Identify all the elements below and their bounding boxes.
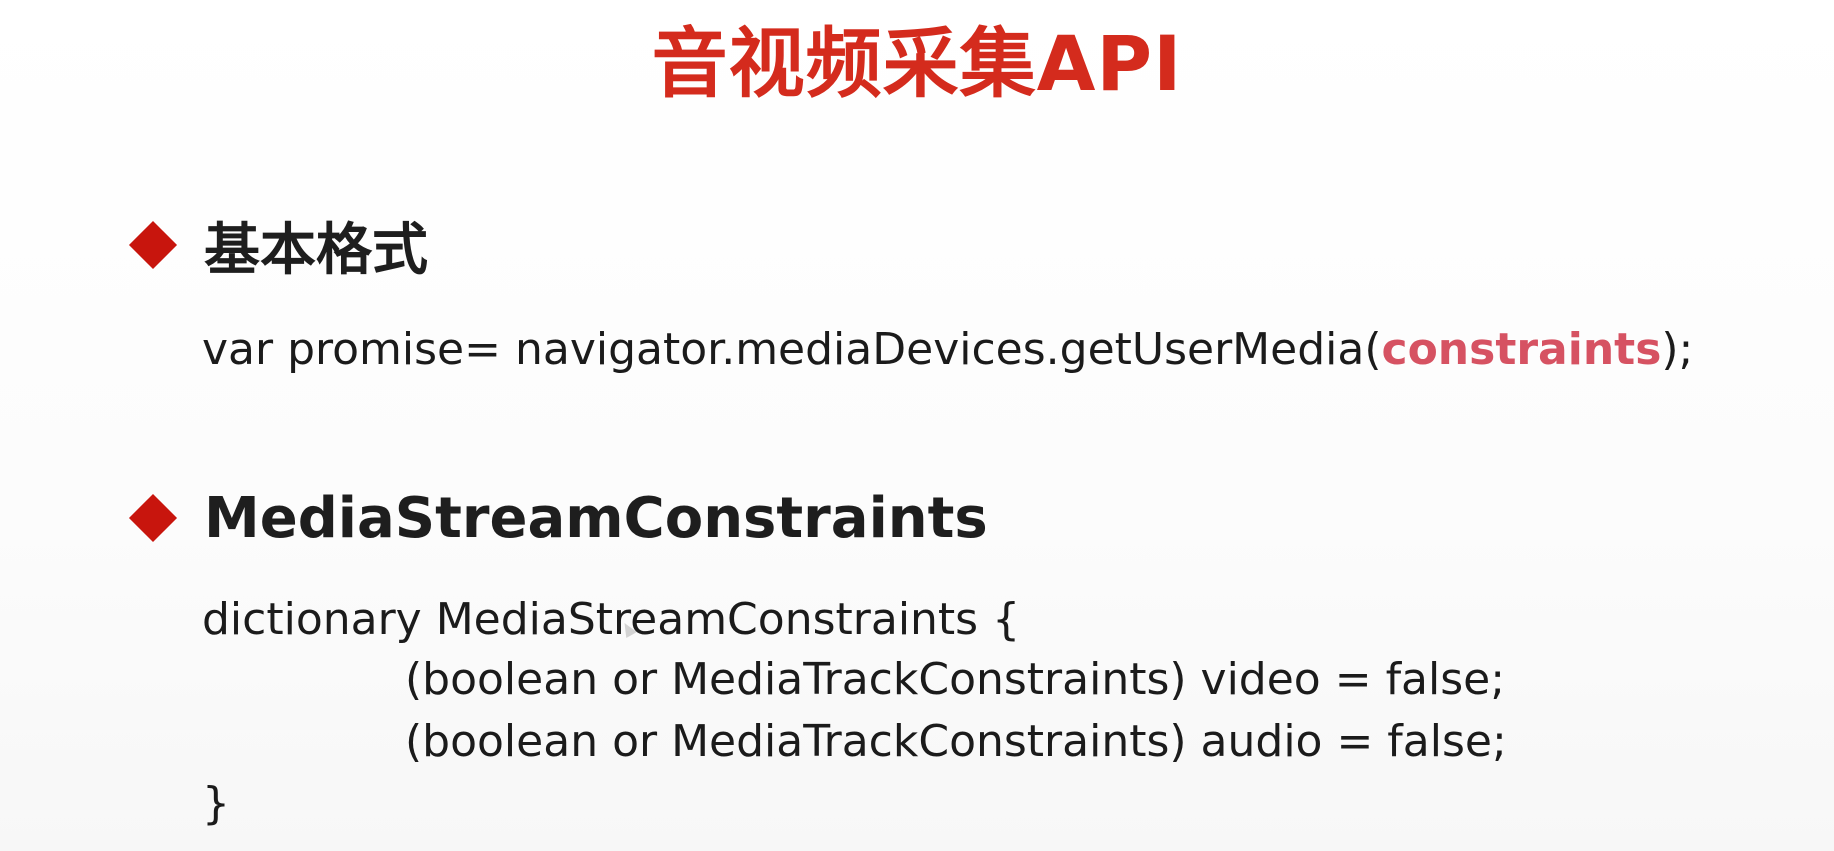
- audio-constraint-line: (boolean or MediaTrackConstraints) audio…: [405, 716, 1507, 767]
- video-constraint-line: (boolean or MediaTrackConstraints) video…: [405, 654, 1506, 705]
- section-mediastreamconstraints-heading: MediaStreamConstraints: [128, 478, 988, 558]
- code-prefix: var promise= navigator.mediaDevices.getU…: [202, 324, 1382, 375]
- dictionary-open-line: dictionary MediaStreamConstraints {: [202, 594, 1021, 645]
- section-basic-format-heading: 基本格式: [128, 205, 428, 285]
- dictionary-close-line: }: [202, 778, 230, 829]
- slide-title: 音视频采集API: [651, 19, 1183, 108]
- getusermedia-code-line: var promise= navigator.mediaDevices.getU…: [202, 320, 1693, 380]
- section-heading-text: MediaStreamConstraints: [204, 485, 988, 551]
- code-suffix: );: [1661, 324, 1694, 375]
- section-heading-text: 基本格式: [204, 217, 428, 283]
- slide: 音视频采集API 基本格式 var promise= navigator.med…: [0, 0, 1834, 851]
- diamond-icon: [128, 493, 178, 543]
- constraints-highlight: constraints: [1381, 324, 1662, 375]
- diamond-icon: [128, 220, 178, 270]
